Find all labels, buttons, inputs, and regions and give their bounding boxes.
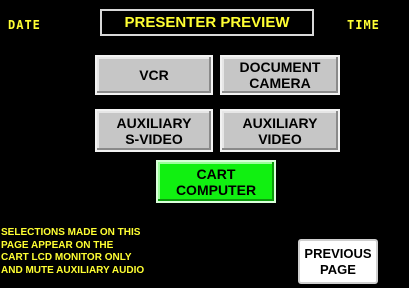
cart-computer-button[interactable]: CART COMPUTER bbox=[156, 160, 276, 203]
previous-page-label-line2: PAGE bbox=[320, 261, 356, 277]
vcr-button-label: VCR bbox=[139, 67, 169, 83]
document-camera-button[interactable]: DOCUMENT CAMERA bbox=[220, 55, 340, 95]
vcr-button[interactable]: VCR bbox=[95, 55, 213, 95]
auxiliary-svideo-button[interactable]: AUXILIARY S-VIDEO bbox=[95, 109, 213, 152]
notice-line: PAGE APPEAR ON THE bbox=[1, 239, 114, 251]
auxiliary-video-label-line1: AUXILIARY bbox=[242, 114, 318, 131]
document-camera-label-line2: CAMERA bbox=[249, 75, 311, 91]
presenter-preview-screen: DATE PRESENTER PREVIEW TIME VCR DOCUMENT… bbox=[0, 0, 409, 288]
document-camera-label-line1: DOCUMENT bbox=[239, 59, 321, 75]
previous-page-button[interactable]: PREVIOUS PAGE bbox=[298, 239, 378, 284]
page-title: PRESENTER PREVIEW bbox=[100, 9, 314, 36]
cart-computer-label-line2: COMPUTER bbox=[175, 181, 257, 198]
previous-page-label-line1: PREVIOUS bbox=[304, 245, 372, 261]
notice-line: CART LCD MONITOR ONLY bbox=[1, 252, 132, 263]
notice-line: SELECTIONS MADE ON THIS bbox=[1, 227, 141, 238]
auxiliary-video-button[interactable]: AUXILIARY VIDEO bbox=[220, 109, 340, 152]
notice-line: AND MUTE AUXILIARY AUDIO bbox=[1, 264, 145, 276]
time-label: TIME bbox=[347, 18, 380, 32]
auxiliary-svideo-label-line1: AUXILIARY bbox=[116, 114, 192, 131]
cart-computer-label-line1: CART bbox=[196, 165, 236, 182]
page-title-text: PRESENTER PREVIEW bbox=[124, 14, 290, 31]
date-label: DATE bbox=[8, 18, 41, 32]
auxiliary-svideo-label-line2: S-VIDEO bbox=[125, 130, 183, 147]
auxiliary-video-label-line2: VIDEO bbox=[258, 130, 302, 147]
selection-notice: SELECTIONS MADE ON THIS PAGE APPEAR ON T… bbox=[1, 227, 144, 277]
